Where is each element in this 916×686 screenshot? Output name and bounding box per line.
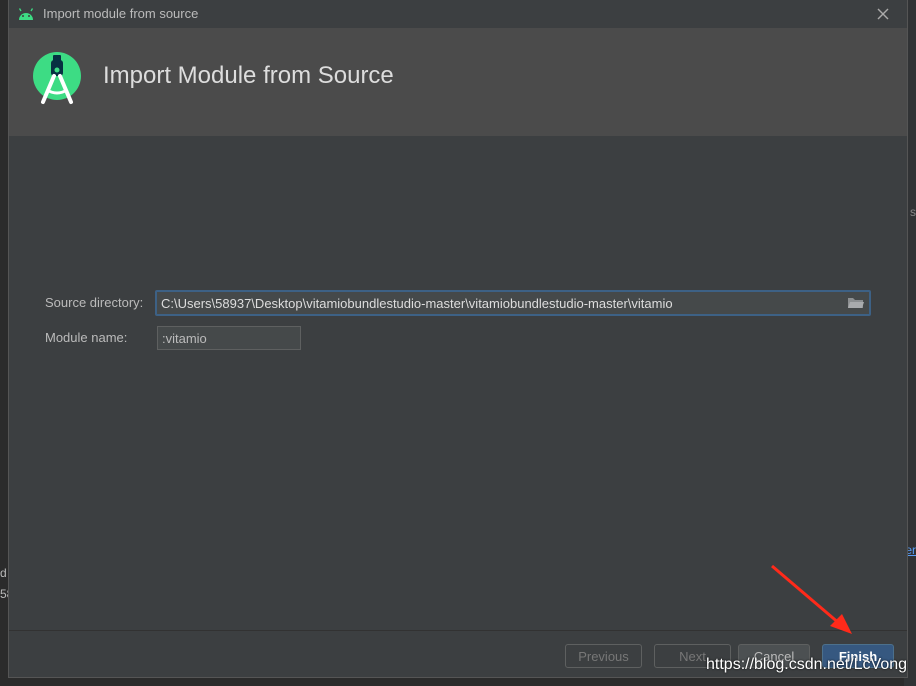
source-directory-input[interactable] [161, 294, 837, 312]
next-button[interactable]: Next [654, 644, 731, 668]
module-name-input[interactable] [157, 326, 301, 350]
browse-folder-button[interactable] [847, 295, 865, 311]
dialog-content: Source directory: Module name: [9, 136, 907, 630]
folder-icon [848, 298, 864, 308]
source-directory-field[interactable] [155, 290, 871, 316]
android-icon [18, 8, 34, 20]
close-button[interactable] [873, 4, 893, 24]
cancel-button[interactable]: Cancel [738, 644, 810, 668]
source-directory-label: Source directory: [45, 295, 144, 310]
ide-right-text: s [910, 205, 916, 219]
ide-left-text: d [0, 566, 7, 580]
import-module-dialog: Import module from source Import Module … [8, 0, 908, 678]
page-title: Import Module from Source [103, 62, 394, 89]
android-studio-logo [33, 52, 81, 104]
finish-button[interactable]: Finish [822, 644, 894, 668]
dialog-title: Import module from source [43, 6, 199, 21]
close-icon [877, 8, 889, 20]
module-name-label: Module name: [45, 330, 128, 345]
dialog-titlebar[interactable]: Import module from source [9, 0, 907, 28]
dialog-footer: Previous Next Cancel Finish [9, 630, 907, 677]
dialog-header: Import Module from Source [9, 28, 907, 136]
previous-button[interactable]: Previous [565, 644, 642, 668]
